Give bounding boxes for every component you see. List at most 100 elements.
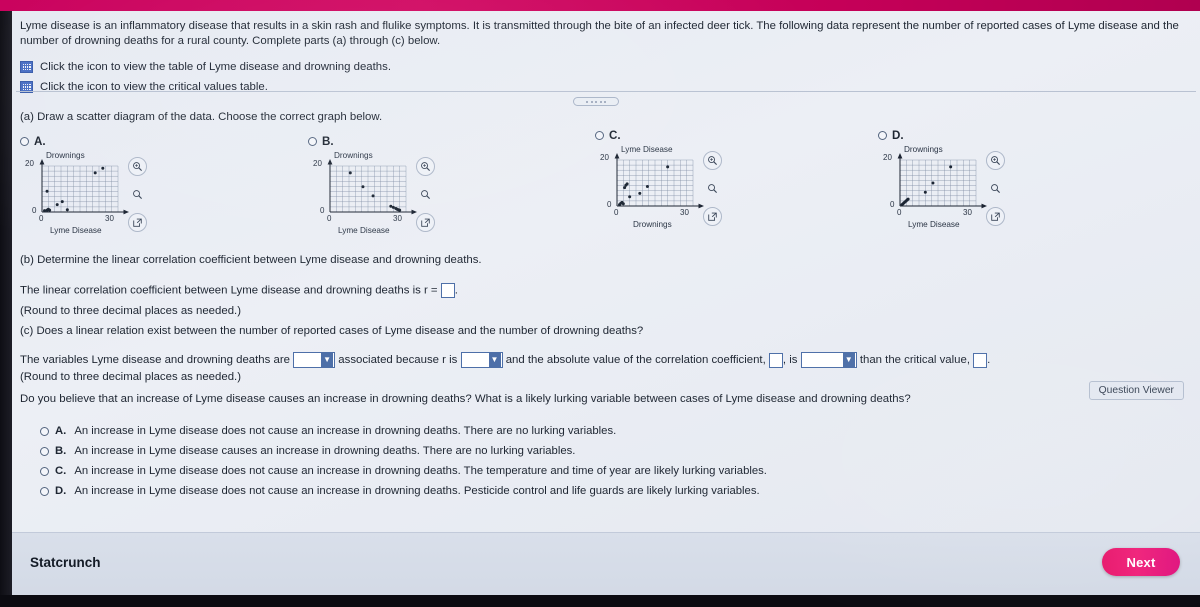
- scatter-chart-b: Drownings 20 0 0 30 Lyme Disease: [308, 151, 578, 235]
- part-c-prompt: (c) Does a linear relation exist between…: [20, 325, 644, 337]
- radio-icon[interactable]: [878, 131, 887, 140]
- chart-a-xtick-zero: 0: [39, 214, 44, 223]
- radio-icon[interactable]: [40, 487, 49, 496]
- zoom-out-icon[interactable]: [128, 185, 147, 204]
- graph-option-a-letter: A.: [34, 135, 46, 148]
- screenshot-root: Lyme disease is an inflammatory disease …: [0, 0, 1200, 607]
- chart-a-xtick-max: 30: [105, 214, 114, 223]
- scatter-chart-d-svg: [897, 153, 987, 209]
- radio-icon[interactable]: [40, 467, 49, 476]
- lurking-option-b-letter: B.: [55, 445, 67, 457]
- table-icon[interactable]: [20, 61, 33, 73]
- part-c-sentence-2: associated because r is: [338, 354, 458, 367]
- radio-icon[interactable]: [40, 447, 49, 456]
- graph-option-d-radio-row[interactable]: D.: [878, 129, 1148, 142]
- chart-d-tools[interactable]: [986, 151, 1005, 226]
- scatter-chart-a-svg: [39, 159, 129, 215]
- chart-b-tools[interactable]: [416, 157, 435, 232]
- graph-option-c[interactable]: C. Lyme Disease 20 0 0 30 Drownings: [595, 129, 865, 229]
- radio-icon[interactable]: [40, 427, 49, 436]
- chart-c-ytick-max: 20: [600, 153, 609, 162]
- lurking-option-c-letter: C.: [55, 465, 67, 477]
- comparison-dropdown[interactable]: [800, 352, 857, 368]
- scatter-chart-a: Drownings 20 0 0 30 Lyme Disease: [20, 151, 290, 235]
- radio-icon[interactable]: [595, 131, 604, 140]
- chart-d-ytick-max: 20: [883, 153, 892, 162]
- lurking-option-a-text: An increase in Lyme disease does not cau…: [74, 425, 617, 437]
- chart-a-xlabel: Lyme Disease: [50, 226, 102, 235]
- question-viewer-button[interactable]: Question Viewer: [1088, 381, 1184, 400]
- open-popup-icon[interactable]: [703, 207, 722, 226]
- part-a-prompt: (a) Draw a scatter diagram of the data. …: [20, 111, 383, 123]
- lurking-option-d-letter: D.: [55, 485, 67, 497]
- bottom-bezel: [0, 595, 1200, 607]
- problem-statement: Lyme disease is an inflammatory disease …: [20, 20, 1179, 47]
- lurking-option-a[interactable]: A. An increase in Lyme disease does not …: [40, 425, 616, 437]
- chart-d-xtick-max: 30: [963, 208, 972, 217]
- part-b-sentence: The linear correlation coefficient betwe…: [20, 284, 438, 297]
- chart-b-ylabel: Drownings: [334, 151, 373, 160]
- chart-b-xtick-zero: 0: [327, 214, 332, 223]
- zoom-out-icon[interactable]: [416, 185, 435, 204]
- graph-option-b[interactable]: B. Drownings 20 0 0 30 Lyme Disease: [308, 135, 578, 235]
- lurking-option-a-letter: A.: [55, 425, 67, 437]
- period: .: [454, 284, 458, 297]
- abs-r-input[interactable]: [768, 352, 783, 368]
- chart-c-tools[interactable]: [703, 151, 722, 226]
- part-c-sentence-3: and the absolute value of the correlatio…: [505, 354, 766, 367]
- chart-d-xtick-zero: 0: [897, 208, 902, 217]
- chart-c-xtick-max: 30: [680, 208, 689, 217]
- graph-option-d[interactable]: D. Drownings 20 0 0 30 Lyme Disease: [878, 129, 1148, 229]
- lurking-option-b-text: An increase in Lyme disease causes an in…: [74, 445, 576, 457]
- app-top-bar: [0, 0, 1200, 11]
- open-popup-icon[interactable]: [416, 213, 435, 232]
- zoom-in-icon[interactable]: [986, 151, 1005, 170]
- table-link-label-1[interactable]: Click the icon to view the table of Lyme…: [40, 61, 391, 73]
- open-popup-icon[interactable]: [128, 213, 147, 232]
- table-link-row-1[interactable]: Click the icon to view the table of Lyme…: [20, 61, 391, 73]
- open-popup-icon[interactable]: [986, 207, 1005, 226]
- graph-option-b-letter: B.: [322, 135, 334, 148]
- critical-value-input[interactable]: [973, 352, 988, 368]
- part-b-answer-row: The linear correlation coefficient betwe…: [20, 283, 458, 298]
- lurking-option-d[interactable]: D. An increase in Lyme disease does not …: [40, 485, 760, 497]
- zoom-in-icon[interactable]: [128, 157, 147, 176]
- chart-c-ytick-zero: 0: [607, 200, 612, 209]
- r-sign-dropdown[interactable]: [460, 352, 503, 368]
- chart-b-ytick-max: 20: [313, 159, 322, 168]
- part-c-sentence-1: The variables Lyme disease and drowning …: [20, 354, 290, 367]
- lurking-option-c[interactable]: C. An increase in Lyme disease does not …: [40, 465, 767, 477]
- lurking-variable-prompt: Do you believe that an increase of Lyme …: [20, 393, 911, 405]
- chart-d-xlabel: Lyme Disease: [908, 220, 960, 229]
- next-button[interactable]: Next: [1102, 548, 1180, 576]
- graph-option-a[interactable]: A. Drownings 20 0 0 30 Lyme Disease: [20, 135, 290, 235]
- chart-a-tools[interactable]: [128, 157, 147, 232]
- graph-option-c-letter: C.: [609, 129, 621, 142]
- association-direction-dropdown[interactable]: [293, 352, 336, 368]
- question-page: Lyme disease is an inflammatory disease …: [12, 11, 1200, 595]
- part-c-round-note: (Round to three decimal places as needed…: [20, 371, 241, 383]
- zoom-out-icon[interactable]: [986, 179, 1005, 198]
- statcrunch-link[interactable]: Statcrunch: [30, 555, 101, 570]
- footer-bar: Statcrunch Next: [12, 532, 1200, 595]
- part-c-sentence-6: .: [987, 354, 991, 367]
- part-c-answer-row: The variables Lyme disease and drowning …: [20, 352, 990, 368]
- graph-option-d-letter: D.: [892, 129, 904, 142]
- part-c-sentence-5: than the critical value,: [859, 354, 970, 367]
- radio-icon[interactable]: [20, 137, 29, 146]
- chart-b-xlabel: Lyme Disease: [338, 226, 390, 235]
- graph-option-b-radio-row[interactable]: B.: [308, 135, 578, 148]
- chart-c-xlabel: Drownings: [633, 220, 672, 229]
- chart-a-ytick-zero: 0: [32, 206, 37, 215]
- lurking-option-c-text: An increase in Lyme disease does not cau…: [74, 465, 767, 477]
- lurking-option-b[interactable]: B. An increase in Lyme disease causes an…: [40, 445, 575, 457]
- zoom-in-icon[interactable]: [416, 157, 435, 176]
- section-divider: [16, 91, 1196, 92]
- graph-option-a-radio-row[interactable]: A.: [20, 135, 290, 148]
- radio-icon[interactable]: [308, 137, 317, 146]
- r-value-input[interactable]: [440, 283, 455, 298]
- zoom-out-icon[interactable]: [703, 179, 722, 198]
- graph-option-c-radio-row[interactable]: C.: [595, 129, 865, 142]
- zoom-in-icon[interactable]: [703, 151, 722, 170]
- divider-collapse-handle[interactable]: [573, 97, 619, 106]
